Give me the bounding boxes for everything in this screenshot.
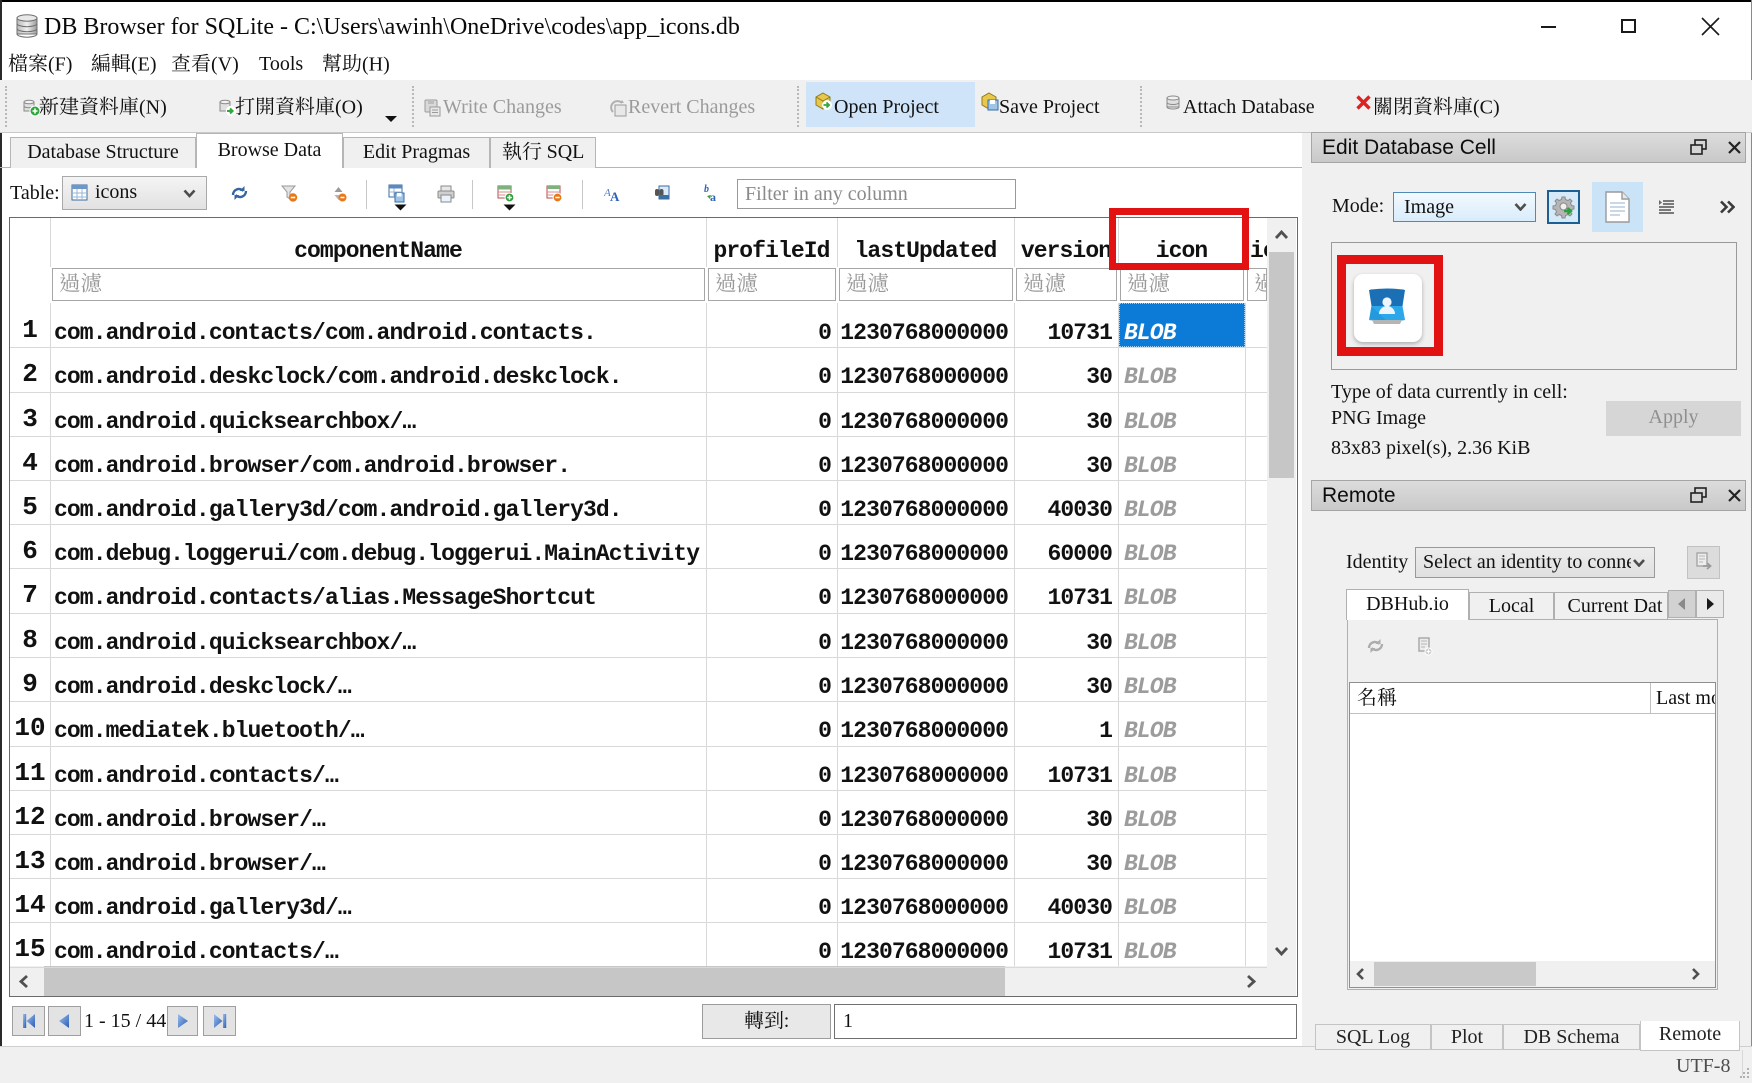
svg-text:b: b (704, 184, 709, 195)
svg-text:A: A (610, 189, 620, 202)
svg-text:a: a (710, 190, 716, 203)
